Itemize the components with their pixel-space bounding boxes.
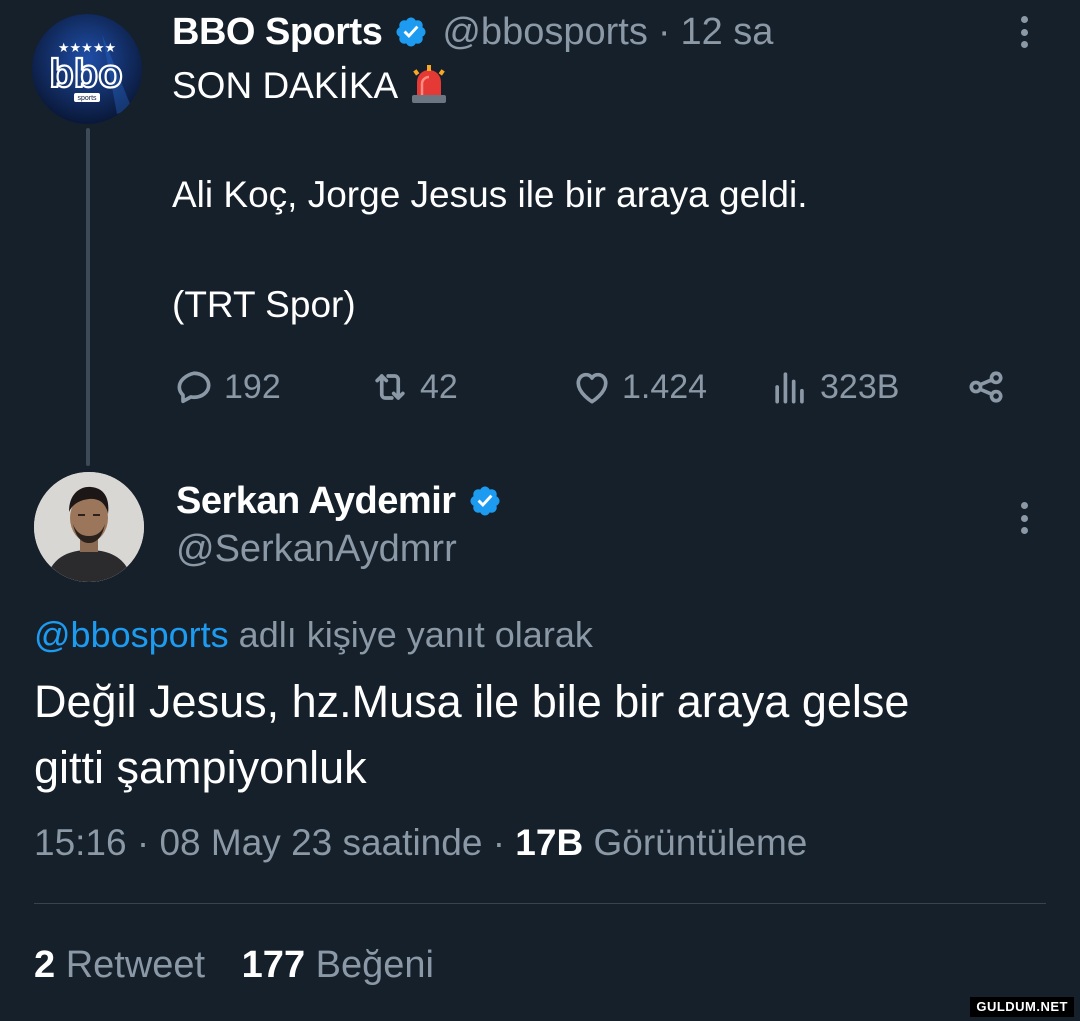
reply-text-line1: Değil Jesus, hz.Musa ile bile bir araya … xyxy=(34,676,910,727)
parent-tweet-time[interactable]: 12 sa xyxy=(680,11,773,54)
share-button[interactable] xyxy=(964,362,1016,412)
parent-author-handle[interactable]: @bbosports xyxy=(442,11,647,54)
retweets-stat[interactable]: 2 Retweet xyxy=(34,944,216,986)
views-button[interactable]: 323B xyxy=(768,362,899,412)
reply-author-name[interactable]: Serkan Aydemir xyxy=(176,480,456,523)
parent-tweet-header: BBO Sports @bbosports · 12 sa xyxy=(172,8,773,56)
reply-author-header: Serkan Aydemir xyxy=(176,476,502,526)
header-separator: · xyxy=(657,10,671,53)
person-photo-icon xyxy=(34,472,144,582)
reply-more-options-icon[interactable] xyxy=(1012,496,1036,540)
views-chart-icon xyxy=(775,372,804,404)
reply-button[interactable]: 192 xyxy=(172,362,281,412)
reply-timestamp[interactable]: 15:16 · 08 May 23 saatinde · xyxy=(34,822,505,863)
verified-badge-icon xyxy=(468,484,502,518)
parent-author-name[interactable]: BBO Sports xyxy=(172,11,383,54)
bbo-sports-avatar[interactable]: ★★★★★ bbo sports xyxy=(32,14,142,124)
parent-tweet-actions: 192 42 1.424 323B xyxy=(172,362,1032,412)
retweet-count: 42 xyxy=(420,367,458,406)
bbo-logo-subtext: sports xyxy=(77,95,97,102)
parent-tweet-text-line1: SON DAKİKA xyxy=(172,64,450,107)
views-count: 323B xyxy=(820,367,900,406)
bbo-logo-text: bbo xyxy=(49,52,122,96)
reply-icon xyxy=(177,371,211,404)
like-total: 177 xyxy=(241,944,306,986)
like-label: Beğeni xyxy=(315,944,434,986)
heart-icon xyxy=(576,372,608,404)
breaking-news-text: SON DAKİKA xyxy=(172,65,399,106)
like-button[interactable]: 1.424 xyxy=(570,362,707,412)
reply-views-count: 17B xyxy=(515,822,584,863)
replying-to-line: @bbosports adlı kişiye yanıt olarak xyxy=(34,614,593,656)
tweet-thread: ★★★★★ bbo sports BBO Sports @bbosports ·… xyxy=(0,0,1080,1021)
retweet-button[interactable]: 42 xyxy=(368,362,458,412)
parent-more-options-icon[interactable] xyxy=(1012,10,1036,54)
reply-stats: 2 Retweet 177 Beğeni xyxy=(34,944,434,987)
watermark: GULDUM.NET xyxy=(970,997,1074,1017)
bbo-sports-logo-icon: ★★★★★ bbo sports xyxy=(32,14,142,124)
parent-tweet-text-line3: (TRT Spor) xyxy=(172,284,356,325)
retweet-label: Retweet xyxy=(65,944,206,986)
reply-views-label: Görüntüleme xyxy=(593,822,808,863)
reply-text-line2: gitti şampiyonluk xyxy=(34,742,367,793)
reply-to-handle-link[interactable]: @bbosports xyxy=(34,614,229,655)
reply-author-handle[interactable]: @SerkanAydmrr xyxy=(176,528,457,571)
share-icon xyxy=(969,371,1003,403)
serkan-aydemir-avatar[interactable] xyxy=(34,472,144,582)
siren-icon xyxy=(408,64,450,104)
reply-count: 192 xyxy=(224,367,281,406)
reply-timestamp-line: 15:16 · 08 May 23 saatinde · 17B Görüntü… xyxy=(34,822,807,864)
parent-tweet-text-line2: Ali Koç, Jorge Jesus ile bir araya geldi… xyxy=(172,174,808,215)
reply-to-suffix: adlı kişiye yanıt olarak xyxy=(238,614,593,655)
retweet-icon xyxy=(375,374,405,400)
verified-badge-icon xyxy=(394,15,428,49)
likes-stat[interactable]: 177 Beğeni xyxy=(242,944,434,986)
like-count: 1.424 xyxy=(622,367,708,406)
thread-connector-line xyxy=(86,128,90,466)
stats-divider xyxy=(34,903,1046,904)
retweet-total: 2 xyxy=(34,944,56,986)
